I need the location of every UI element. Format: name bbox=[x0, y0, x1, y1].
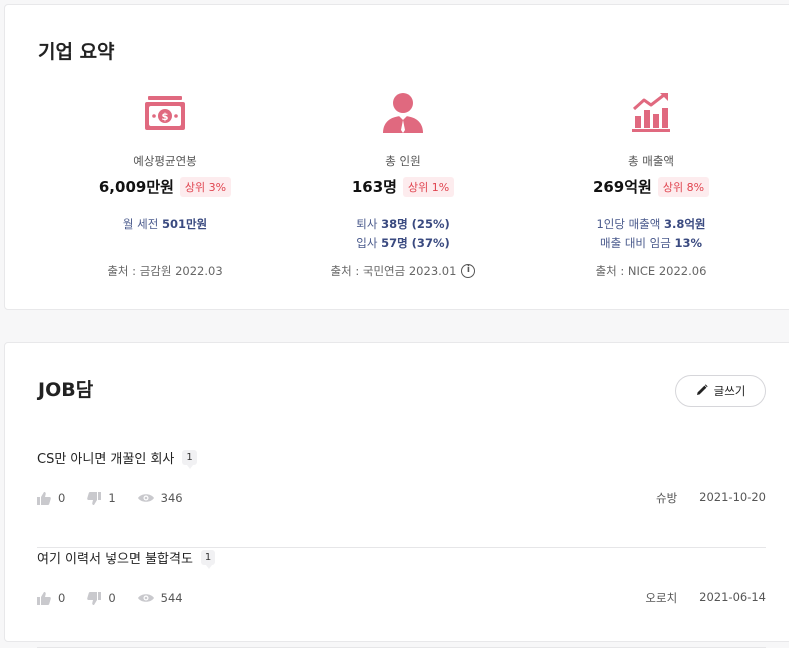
jobdam-card: JOB담 글쓰기 CS만 아니면 개꿀인 회사 1 0 1 346 슈방 202… bbox=[4, 342, 789, 648]
thumbs-down-icon bbox=[87, 591, 102, 605]
write-post-label: 글쓰기 bbox=[713, 384, 746, 398]
salary-column: $ 예상평균연봉 6,009만원 상위 3% 월 세전 501만원 출처 : 금… bbox=[45, 91, 285, 278]
dislike-button[interactable]: 1 bbox=[87, 491, 116, 505]
dislike-count: 0 bbox=[108, 591, 116, 605]
post-item[interactable]: CS만 아니면 개꿀인 회사 1 0 1 346 슈방 2021-10-20 bbox=[37, 448, 766, 548]
write-post-button[interactable]: 글쓰기 bbox=[675, 375, 766, 407]
post-title[interactable]: CS만 아니면 개꿀인 회사 bbox=[37, 448, 174, 467]
money-icon: $ bbox=[45, 91, 285, 135]
revenue-label: 총 매출액 bbox=[628, 154, 674, 168]
monthly-salary-value: 501만원 bbox=[161, 217, 208, 231]
post-item[interactable]: 여기 이력서 넣으면 불합격도 1 0 0 544 오로치 2021-06-14 bbox=[37, 548, 766, 648]
join-row: 입사 57명 (37%) bbox=[283, 234, 523, 253]
comment-count: 1 bbox=[182, 450, 197, 469]
salary-value: 6,009만원 bbox=[98, 178, 174, 196]
wage-ratio-row: 매출 대비 임금 13% bbox=[531, 234, 771, 253]
revenue-rank-badge: 상위 8% bbox=[657, 176, 710, 197]
headcount-source-text: 출처 : 국민연금 2023.01 bbox=[330, 264, 457, 278]
like-button[interactable]: 0 bbox=[37, 591, 65, 605]
monthly-salary-label: 월 세전 bbox=[122, 217, 162, 231]
headcount-rank-badge: 상위 1% bbox=[402, 176, 455, 197]
like-count: 0 bbox=[58, 491, 66, 505]
person-icon bbox=[283, 91, 523, 135]
leave-label: 퇴사 bbox=[356, 217, 382, 231]
leave-value: 38명 (25%) bbox=[381, 217, 450, 231]
summary-title: 기업 요약 bbox=[38, 41, 115, 63]
jobdam-title: JOB담 bbox=[38, 379, 94, 401]
headcount-source: 출처 : 국민연금 2023.01 i bbox=[283, 263, 523, 279]
post-author: 오로치 bbox=[645, 591, 678, 605]
view-count: 346 bbox=[160, 491, 183, 505]
wage-ratio-label: 매출 대비 임금 bbox=[600, 236, 675, 250]
pencil-icon bbox=[696, 383, 708, 399]
view-stat: 544 bbox=[137, 591, 183, 605]
monthly-salary: 월 세전 501만원 bbox=[45, 215, 285, 234]
thumbs-up-icon bbox=[37, 591, 51, 605]
per-person-label: 1인당 매출액 bbox=[596, 217, 664, 231]
chart-growth-icon bbox=[531, 91, 771, 135]
join-value: 57명 (37%) bbox=[381, 236, 450, 250]
leave-row: 퇴사 38명 (25%) bbox=[283, 215, 523, 234]
revenue-source: 출처 : NICE 2022.06 bbox=[531, 263, 771, 279]
post-author: 슈방 bbox=[655, 491, 678, 505]
info-icon[interactable]: i bbox=[461, 264, 476, 278]
eye-icon bbox=[137, 494, 154, 502]
salary-source: 출처 : 금감원 2022.03 bbox=[45, 263, 285, 279]
dislike-count: 1 bbox=[108, 491, 116, 505]
salary-label: 예상평균연봉 bbox=[133, 154, 197, 168]
revenue-column: 총 매출액 269억원 상위 8% 1인당 매출액 3.8억원 매출 대비 임금… bbox=[531, 91, 771, 278]
salary-source-text: 출처 : 금감원 2022.03 bbox=[107, 264, 223, 278]
headcount-value: 163명 bbox=[351, 178, 397, 196]
per-person-value: 3.8억원 bbox=[663, 217, 706, 231]
like-button[interactable]: 0 bbox=[37, 491, 65, 505]
eye-icon bbox=[137, 594, 154, 602]
svg-text:$: $ bbox=[162, 112, 169, 123]
view-count: 544 bbox=[160, 591, 183, 605]
thumbs-up-icon bbox=[37, 491, 51, 505]
like-count: 0 bbox=[58, 591, 66, 605]
post-date: 2021-10-20 bbox=[699, 490, 766, 504]
dislike-button[interactable]: 0 bbox=[87, 591, 116, 605]
revenue-source-text: 출처 : NICE 2022.06 bbox=[595, 264, 707, 278]
headcount-label: 총 인원 bbox=[385, 154, 421, 168]
revenue-info: 1인당 매출액 3.8억원 매출 대비 임금 13% bbox=[531, 215, 771, 253]
turnover-info: 퇴사 38명 (25%) 입사 57명 (37%) bbox=[283, 215, 523, 253]
revenue-value: 269억원 bbox=[592, 178, 652, 196]
join-label: 입사 bbox=[356, 236, 382, 250]
salary-rank-badge: 상위 3% bbox=[179, 176, 232, 197]
comment-count: 1 bbox=[200, 550, 216, 569]
headcount-column: 총 인원 163명 상위 1% 퇴사 38명 (25%) 입사 57명 (37%… bbox=[283, 91, 523, 278]
wage-ratio-value: 13% bbox=[674, 236, 702, 250]
post-title[interactable]: 여기 이력서 넣으면 불합격도 bbox=[37, 548, 193, 567]
per-person-row: 1인당 매출액 3.8억원 bbox=[531, 215, 771, 234]
view-stat: 346 bbox=[137, 491, 183, 505]
post-date: 2021-06-14 bbox=[699, 590, 766, 604]
company-summary-card: 기업 요약 $ 예상평균연봉 6,009만원 상위 3% 월 세전 501만원 … bbox=[4, 4, 789, 310]
thumbs-down-icon bbox=[87, 491, 102, 505]
